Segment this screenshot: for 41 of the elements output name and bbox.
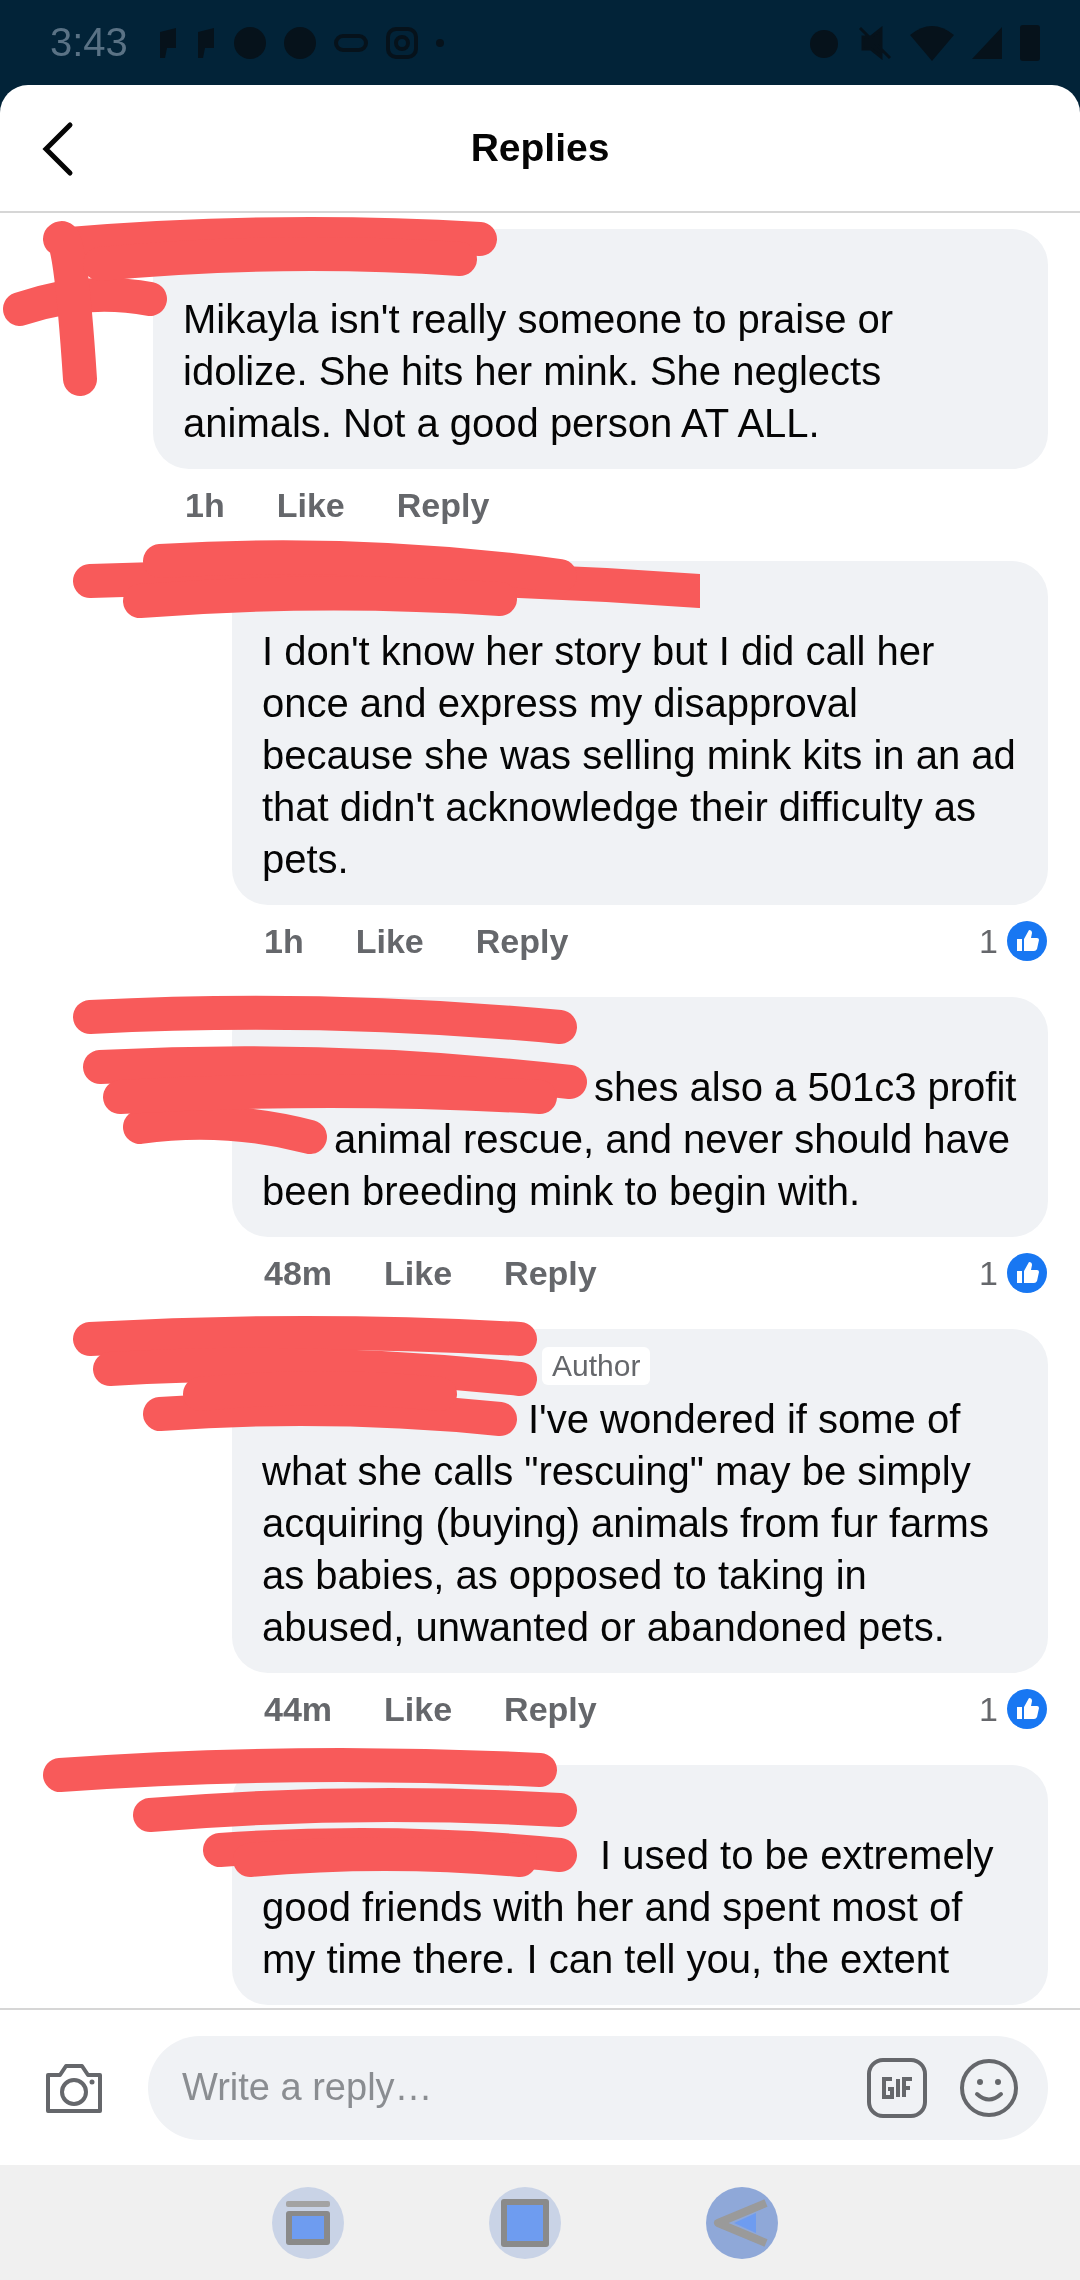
timestamp: 44m	[264, 1689, 333, 1729]
reaction-count: 1	[979, 921, 998, 961]
battery-icon	[1020, 24, 1040, 61]
reply-link[interactable]: Reply	[396, 485, 490, 525]
like-link[interactable]: Like	[384, 1253, 453, 1293]
voicemail-icon	[333, 33, 368, 52]
timestamp: 1h	[185, 485, 225, 525]
page-title: Replies	[470, 126, 610, 170]
mute-icon	[858, 25, 892, 60]
flag-icon	[195, 25, 216, 60]
clock-time: 3:43	[50, 20, 128, 65]
author-badge: Author	[542, 1347, 651, 1385]
like-link[interactable]: Like	[384, 1689, 453, 1729]
dot-icon	[435, 38, 444, 47]
reply-input-field[interactable]: Write a reply…	[180, 2065, 836, 2110]
timestamp: 1h	[264, 921, 304, 961]
reply-field[interactable]: Write a reply…	[148, 2035, 1048, 2140]
instagram-icon	[385, 26, 418, 59]
reaction-count: 1	[979, 1689, 998, 1729]
gif-icon[interactable]	[866, 2056, 928, 2119]
timestamp: 48m	[264, 1253, 333, 1293]
comment-text: I used to be extremely good friends with her and spent most of my time there. I can tell you, the extent	[262, 1833, 994, 1981]
like-link[interactable]: Like	[276, 485, 345, 525]
like-link[interactable]: Like	[355, 921, 424, 961]
comment-text: Mikayla isn't really someone to praise or idolize. She hits her mink. She neglects animals. Not a good person AT ALL.	[183, 297, 894, 445]
comment-text: I've wondered if some of what she calls "rescuing" may be simply acquiring (buying) animals from fur farms as babies, as opposed to taking in abused, unwanted or abandoned pets.	[262, 1397, 989, 1649]
flag-icon	[157, 25, 178, 60]
reply-link[interactable]: Reply	[504, 1689, 597, 1729]
home-icon[interactable]	[487, 2184, 563, 2261]
comment-text: shes also a 501c3 profit animal rescue, and never should have been breeding mink to begin with.	[262, 1065, 1017, 1213]
like-reaction-icon	[1006, 920, 1048, 962]
reaction-count: 1	[979, 1253, 998, 1293]
wifi-icon	[910, 24, 954, 61]
emoji-icon[interactable]	[958, 2056, 1020, 2119]
recent-apps-icon[interactable]	[270, 2184, 347, 2261]
comment-text: I don't know her story but I did call her once and express my disapproval because she was selling mink kits in an ad that didn't acknowledge their difficulty as pets.	[262, 629, 1016, 881]
reply-link[interactable]: Reply	[475, 921, 569, 961]
like-reaction-icon	[1006, 1688, 1048, 1730]
like-reaction-icon	[1006, 1252, 1048, 1294]
reply-link[interactable]: Reply	[504, 1253, 597, 1293]
signal-icon	[972, 26, 1002, 59]
